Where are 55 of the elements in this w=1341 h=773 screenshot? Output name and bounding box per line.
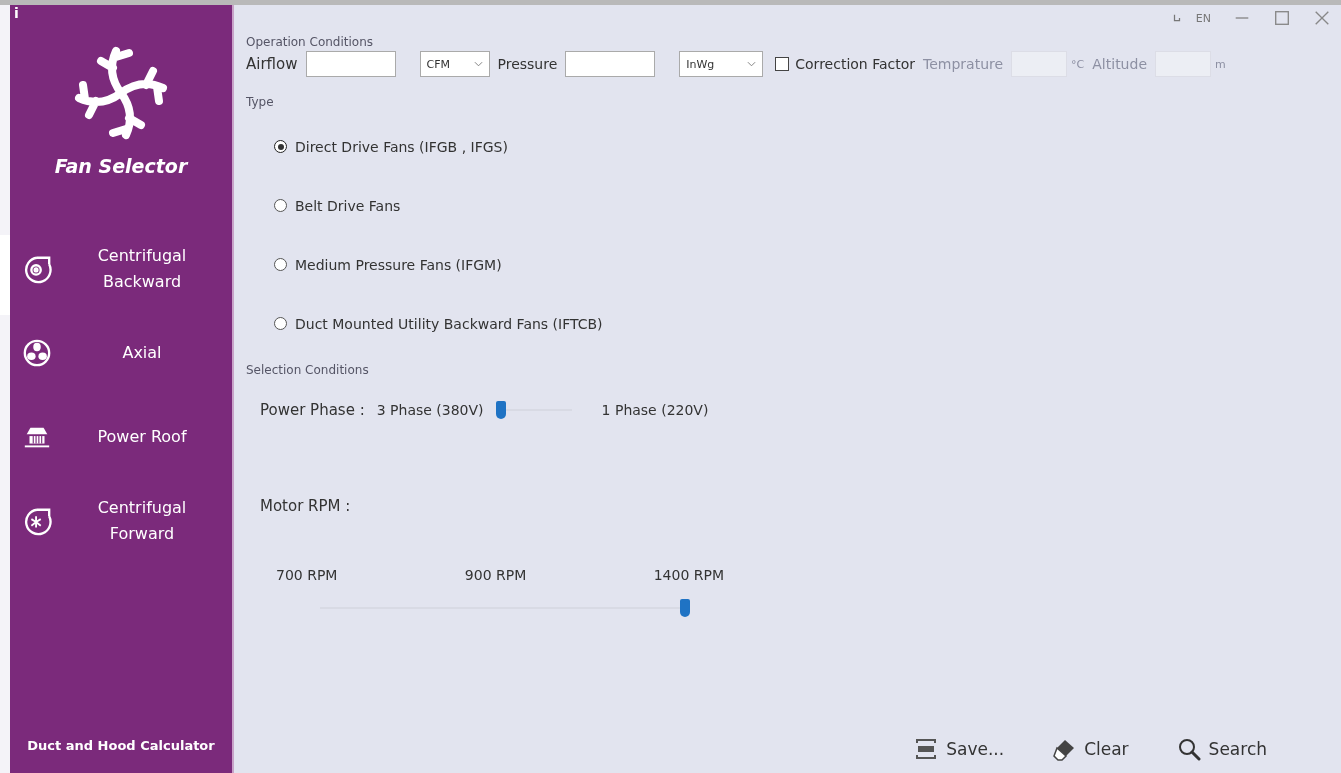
calculator-link[interactable]: Duct and Hood Calculator [27, 738, 215, 753]
chevron-icon [747, 61, 757, 67]
sidebar-item[interactable]: Centrifugal Backward [10, 227, 232, 311]
unit-label: m [1215, 57, 1226, 71]
blower-impeller-icon [22, 506, 52, 536]
pressure-field[interactable] [565, 51, 656, 77]
correction-factor-checkbox[interactable]: Correction Factor [775, 56, 915, 72]
temperature-label: Temprature [923, 56, 1004, 72]
airflow-field[interactable] [305, 51, 396, 77]
fan-type-label[interactable]: Belt Drive Fans [295, 197, 401, 214]
slider-option-label: 1 Phase (220V) [601, 402, 709, 418]
section-heading: Operation Conditions [246, 35, 375, 49]
slider-option-label: 700 RPM [276, 567, 338, 583]
section-heading: Type [246, 95, 275, 109]
radio-button[interactable] [274, 140, 287, 153]
pressure-label: Pressure [497, 56, 558, 72]
sidebar-item[interactable]: Axial [10, 311, 232, 395]
chevron-icon [473, 61, 483, 67]
slider-thumb[interactable] [495, 401, 506, 419]
fan-type-label[interactable]: Direct Drive Fans (IFGB , IFGS) [295, 138, 508, 155]
airflow-label: Airflow [246, 55, 298, 73]
radio-button[interactable] [274, 199, 287, 212]
motor-rpm-label: Motor RPM : [259, 497, 352, 515]
unit-dropdown[interactable]: InWg [679, 51, 764, 77]
unit-label: °C [1071, 57, 1085, 71]
unit-dropdown[interactable]: CFM [419, 51, 490, 77]
language-button[interactable]: EN [1195, 11, 1211, 25]
info-button[interactable]: i [14, 5, 19, 21]
slider-option-label: 900 RPM [464, 567, 527, 583]
slider-thumb[interactable] [680, 599, 690, 617]
sidebar-item[interactable]: Power Roof [10, 395, 232, 479]
fan-type-label[interactable]: Medium Pressure Fans (IFGM) [295, 256, 502, 273]
close-icon[interactable] [1313, 9, 1331, 27]
slider-option-label: 3 Phase (380V) [376, 402, 484, 418]
sidebar-item[interactable]: Centrifugal Forward [10, 479, 232, 563]
section-heading: Selection Conditions [246, 363, 370, 377]
blower-gear-icon [22, 254, 52, 284]
radio-button[interactable] [274, 258, 287, 271]
search-button[interactable]: Search [1172, 733, 1271, 765]
maximize-icon[interactable] [1273, 9, 1291, 27]
motor-rpm-slider[interactable] [320, 599, 690, 617]
eraser-icon [1052, 737, 1077, 761]
clear-button[interactable]: Clear [1048, 733, 1133, 765]
fan-type-label[interactable]: Duct Mounted Utility Backward Fans (IFTCB) [295, 315, 603, 332]
search-icon [1176, 737, 1201, 761]
radio-button[interactable] [274, 317, 287, 330]
document-icon [914, 737, 939, 761]
altitude-label: Altitude [1092, 56, 1147, 72]
save-button[interactable]: Save... [910, 733, 1009, 765]
power-phase-slider[interactable] [495, 401, 572, 419]
corner-icon[interactable] [1171, 13, 1182, 23]
slider-option-label: 1400 RPM [653, 567, 724, 583]
power-phase-label: Power Phase : [260, 401, 365, 419]
fan-icon [22, 338, 52, 368]
app-title: Fan Selector [54, 155, 188, 177]
